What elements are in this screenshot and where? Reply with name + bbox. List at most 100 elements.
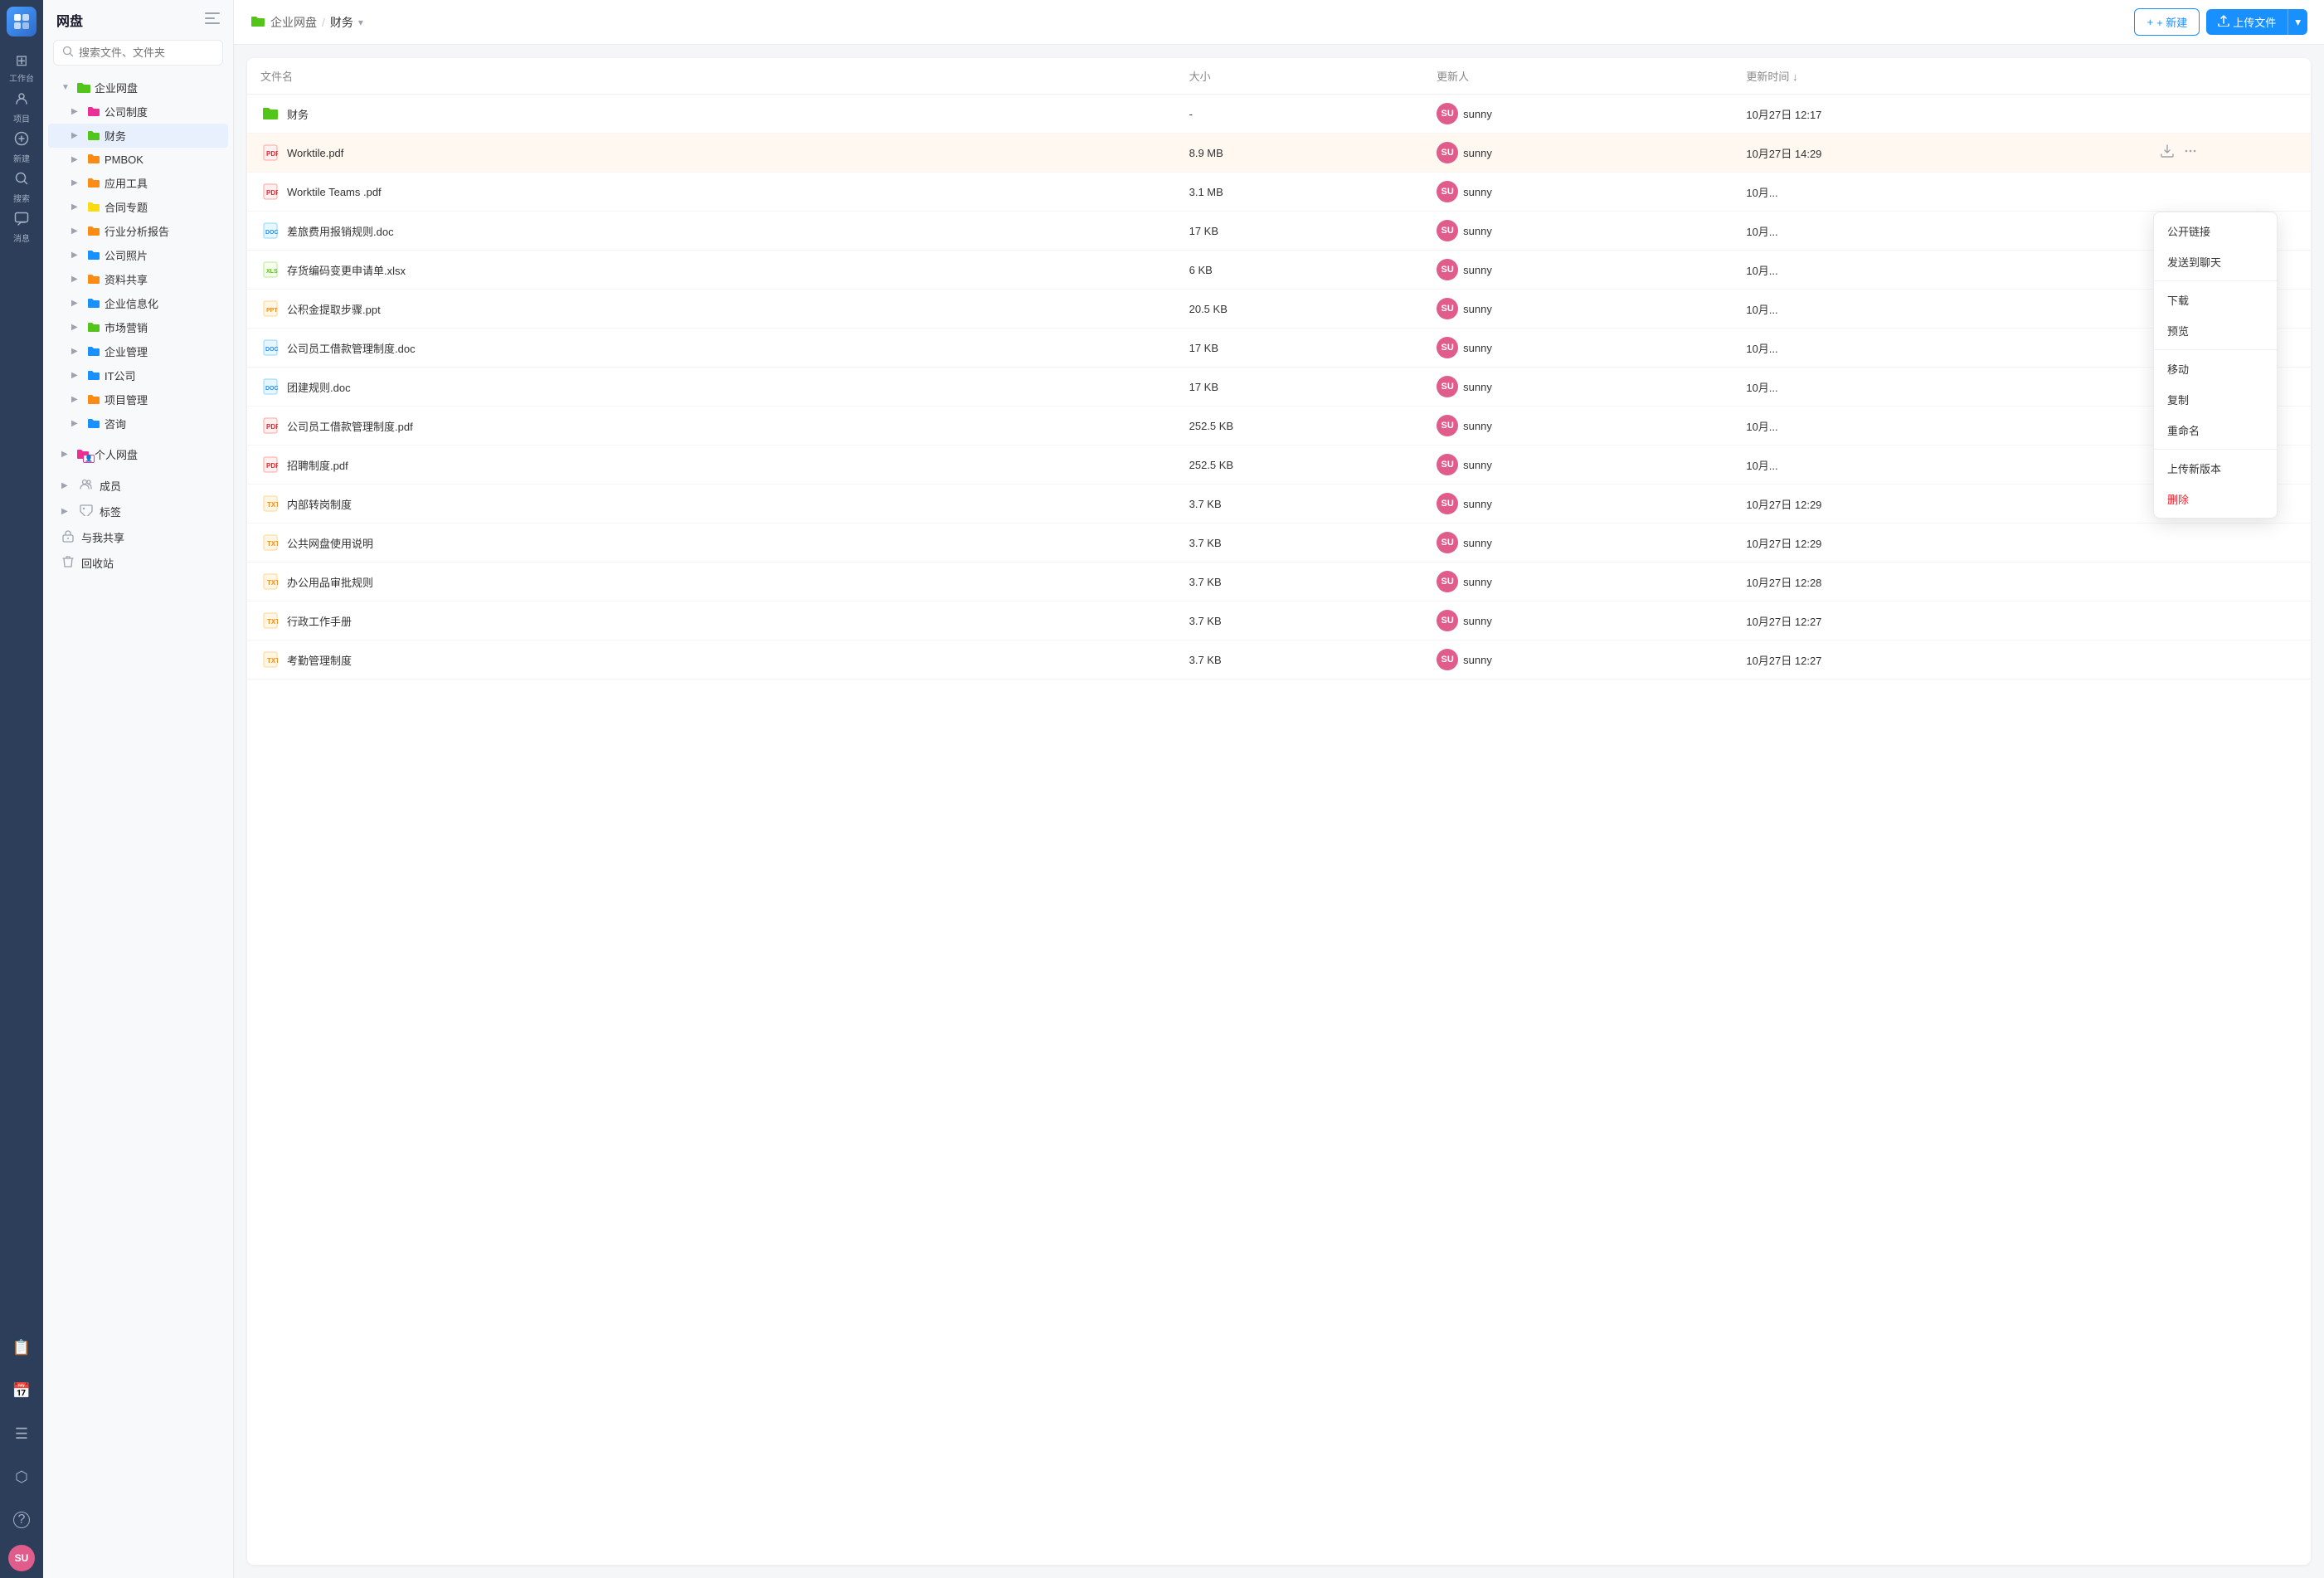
file-updater: SU sunny [1423, 368, 1733, 407]
search-input[interactable] [79, 46, 214, 59]
context-menu-item-rename[interactable]: 重命名 [2154, 415, 2277, 446]
sidebar-item-shared[interactable]: 与我共享 [48, 524, 228, 550]
table-row[interactable]: TXT 公共网盘使用说明 3.7 KB SU sunny 10月27日 12:2… [247, 524, 2311, 563]
tree-item-apptools[interactable]: ▶ 应用工具 [48, 171, 228, 195]
col-header-time[interactable]: 更新时间 ↓ [1733, 58, 2146, 95]
tree-item-personal-disk[interactable]: ▶ 👤 个人网盘 [48, 442, 228, 466]
nav-item-calendar[interactable]: 📅 [3, 1372, 40, 1409]
file-name-cell: TXT 行政工作手册 [247, 601, 1176, 640]
tree-item-mgmt[interactable]: ▶ 企业管理 [48, 339, 228, 363]
tree-item-enterprise-disk[interactable]: ▼ 企业网盘 [48, 75, 228, 100]
context-menu-item-preview[interactable]: 预览 [2154, 315, 2277, 346]
context-menu-item-send[interactable]: 发送到聊天 [2154, 246, 2277, 277]
tree-item-proj-mgmt[interactable]: ▶ 项目管理 [48, 387, 228, 412]
table-row[interactable]: PDF 公司员工借款管理制度.pdf 252.5 KB SU sunny 10月… [247, 407, 2311, 446]
tree-label-photos: 公司照片 [105, 247, 218, 263]
sidebar-item-trash[interactable]: 回收站 [48, 550, 228, 576]
sidebar-item-members[interactable]: ▶ 成员 [48, 473, 228, 499]
tree-item-pmbok[interactable]: ▶ PMBOK [48, 148, 228, 171]
sidebar-item-tags[interactable]: ▶ 标签 [48, 499, 228, 524]
table-row[interactable]: TXT 考勤管理制度 3.7 KB SU sunny 10月27日 12:27 [247, 640, 2311, 679]
download-action-button[interactable] [2159, 611, 2176, 631]
file-type-icon: DOC [260, 221, 280, 241]
tree-item-photos[interactable]: ▶ 公司照片 [48, 243, 228, 267]
more-action-button[interactable] [2182, 143, 2199, 163]
file-name-text: 公共网盘使用说明 [287, 535, 373, 551]
user-avatar-nav[interactable]: SU [8, 1545, 35, 1571]
table-row[interactable]: TXT 行政工作手册 3.7 KB SU sunny 10月27日 12:27 [247, 601, 2311, 640]
context-menu-item-move[interactable]: 移动 [2154, 353, 2277, 384]
table-row[interactable]: XLS 存货编码变更申请单.xlsx 6 KB SU sunny 10月... [247, 251, 2311, 290]
table-row[interactable]: PDF Worktile.pdf 8.9 MB SU sunny 10月27日 … [247, 134, 2311, 173]
nav-item-search[interactable]: 搜索 [3, 169, 40, 206]
nav-item-help[interactable]: ? [3, 1502, 40, 1538]
context-menu-item-upload_version[interactable]: 上传新版本 [2154, 453, 2277, 484]
file-time: 10月... [1733, 446, 2146, 485]
context-menu-item-delete[interactable]: 删除 [2154, 484, 2277, 514]
context-menu-item-share[interactable]: 公开链接 [2154, 216, 2277, 246]
nav-item-workbench[interactable]: ⊞ 工作台 [3, 50, 40, 86]
tree-item-industry[interactable]: ▶ 行业分析报告 [48, 219, 228, 243]
nav-item-message[interactable]: 消息 [3, 209, 40, 246]
nav-item-hex[interactable]: ⬡ [3, 1459, 40, 1495]
tags-arrow: ▶ [61, 507, 73, 516]
download-action-button[interactable] [2159, 182, 2176, 202]
tree-item-finance[interactable]: ▶ 财务 [48, 124, 228, 148]
sidebar-collapse-button[interactable] [205, 12, 220, 28]
expand-arrow-3: ▶ [71, 131, 83, 140]
folder-icon-share [86, 272, 101, 287]
breadcrumb-root[interactable]: 企业网盘 [270, 14, 317, 31]
context-menu-item-copy[interactable]: 复制 [2154, 384, 2277, 415]
tree-item-share[interactable]: ▶ 资料共享 [48, 267, 228, 291]
download-action-button[interactable] [2159, 143, 2176, 163]
context-menu-item-download[interactable]: 下载 [2154, 285, 2277, 315]
download-action-button[interactable] [2159, 104, 2176, 124]
nav-item-new[interactable]: 新建 [3, 129, 40, 166]
download-action-button[interactable] [2159, 650, 2176, 670]
table-row[interactable]: PPT 公积金提取步骤.ppt 20.5 KB SU sunny 10月... [247, 290, 2311, 329]
download-action-button[interactable] [2159, 533, 2176, 553]
tree-item-company-rules[interactable]: ▶ 公司制度 [48, 100, 228, 124]
table-row[interactable]: DOC 公司员工借款管理制度.doc 17 KB SU sunny 10月... [247, 329, 2311, 368]
app-logo[interactable] [7, 7, 36, 37]
svg-text:PDF: PDF [266, 462, 278, 470]
upload-button[interactable]: 上传文件 [2206, 9, 2288, 35]
more-action-button[interactable] [2182, 182, 2199, 202]
upload-dropdown-button[interactable]: ▾ [2288, 9, 2307, 35]
table-row[interactable]: TXT 办公用品审批规则 3.7 KB SU sunny 10月27日 12:2… [247, 563, 2311, 601]
search-box[interactable] [53, 40, 223, 66]
more-action-button[interactable] [2182, 650, 2199, 670]
tree-item-it[interactable]: ▶ IT公司 [48, 363, 228, 387]
tree-item-contract[interactable]: ▶ 合同专题 [48, 195, 228, 219]
nav-item-project[interactable]: 项目 [3, 90, 40, 126]
shared-icon [61, 529, 75, 545]
table-row[interactable]: DOC 差旅费用报销规则.doc 17 KB SU sunny 10月... [247, 212, 2311, 251]
file-updater: SU sunny [1423, 290, 1733, 329]
tree-item-marketing[interactable]: ▶ 市场营销 [48, 315, 228, 339]
more-action-button[interactable] [2182, 611, 2199, 631]
updater-avatar: SU [1437, 220, 1458, 241]
more-action-button[interactable] [2182, 572, 2199, 592]
table-row[interactable]: DOC 团建规则.doc 17 KB SU sunny 10月... [247, 368, 2311, 407]
file-size: 3.7 KB [1176, 563, 1424, 601]
tree-label-pmbok: PMBOK [105, 153, 218, 166]
table-row[interactable]: PDF 招聘制度.pdf 252.5 KB SU sunny 10月... [247, 446, 2311, 485]
updater-avatar: SU [1437, 259, 1458, 280]
updater-name: sunny [1463, 303, 1492, 315]
clipboard-icon: 📋 [12, 1339, 31, 1356]
download-action-button[interactable] [2159, 572, 2176, 592]
updater-avatar: SU [1437, 376, 1458, 397]
folder-icon-industry [86, 224, 101, 239]
nav-item-clipboard[interactable]: 📋 [3, 1329, 40, 1366]
file-updater: SU sunny [1423, 485, 1733, 524]
nav-item-list[interactable]: ☰ [3, 1415, 40, 1452]
new-button[interactable]: + + 新建 [2134, 8, 2200, 36]
table-row[interactable]: 财务 - SU sunny 10月27日 12:17 [247, 95, 2311, 134]
table-row[interactable]: PDF Worktile Teams .pdf 3.1 MB SU sunny … [247, 173, 2311, 212]
more-action-button[interactable] [2182, 533, 2199, 553]
table-row[interactable]: TXT 内部转岗制度 3.7 KB SU sunny 10月27日 12:29 [247, 485, 2311, 524]
breadcrumb-dropdown[interactable]: ▾ [358, 17, 363, 28]
tree-item-it-enterprise[interactable]: ▶ 企业信息化 [48, 291, 228, 315]
tree-item-consult[interactable]: ▶ 咨询 [48, 412, 228, 436]
more-action-button[interactable] [2182, 104, 2199, 124]
